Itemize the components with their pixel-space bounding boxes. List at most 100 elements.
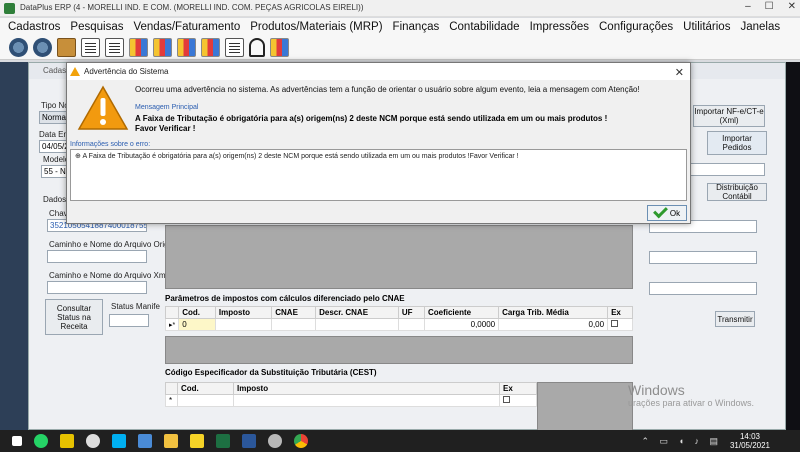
- cest-col-ex: Ex: [499, 382, 537, 395]
- app-icon-3[interactable]: [86, 434, 100, 448]
- distribuicao-contabil-button[interactable]: Distribuição Contábil: [707, 183, 767, 201]
- main-message-label: Mensagem Principal: [135, 104, 199, 111]
- menu-configuracoes[interactable]: Configurações: [599, 18, 673, 36]
- cnae-col-coeficiente: Coeficiente: [423, 306, 500, 319]
- whatsapp-icon[interactable]: [34, 434, 48, 448]
- data-emissao-field[interactable]: 04/05/2: [39, 140, 67, 153]
- module-icon-2[interactable]: [153, 38, 172, 57]
- report-icon[interactable]: [105, 38, 124, 57]
- skype-icon[interactable]: [112, 434, 126, 448]
- module-icon-3[interactable]: [177, 38, 196, 57]
- info-label: Informações sobre o erro:: [70, 141, 151, 148]
- ex-checkbox[interactable]: [503, 396, 510, 403]
- cnae-col-cod: Cod.: [178, 306, 216, 319]
- toolbar: [0, 36, 800, 60]
- importar-pedidos-button[interactable]: Importar Pedidos: [707, 131, 767, 155]
- settings-icon[interactable]: [33, 38, 52, 57]
- right-field-2[interactable]: [649, 251, 757, 264]
- main-message-line-1: A Faixa de Tributação é obrigatória para…: [135, 114, 608, 123]
- cnae-cell-uf[interactable]: [397, 318, 425, 331]
- cnae-section-title: Parâmetros de impostos com cálculos dife…: [165, 294, 405, 303]
- menu-financas[interactable]: Finanças: [393, 18, 440, 36]
- cest-cell-ex[interactable]: [499, 394, 537, 407]
- caminho-xml-field[interactable]: [47, 281, 147, 294]
- caminho-xml-label: Caminho e Nome do Arquivo Xml A: [49, 271, 175, 280]
- list-icon[interactable]: [81, 38, 100, 57]
- module-icon-4[interactable]: [201, 38, 220, 57]
- close-button[interactable]: ✕: [788, 1, 796, 12]
- cnae-cell-coeficiente[interactable]: 0,0000: [423, 318, 500, 331]
- desktop: DataPlus ERP (4 - MORELLI IND. E COM. (M…: [0, 0, 800, 431]
- upper-grid-area: [165, 225, 633, 289]
- cest-grid-empty: [537, 382, 633, 431]
- app-icon-5[interactable]: [138, 434, 152, 448]
- cnae-col-imposto: Imposto: [214, 306, 273, 319]
- ok-label: Ok: [669, 208, 681, 218]
- lock-icon[interactable]: [249, 38, 265, 57]
- ok-button[interactable]: Ok: [647, 203, 687, 221]
- ex-checkbox[interactable]: [611, 320, 619, 327]
- consultar-status-button[interactable]: Consultar Status na Receita: [45, 299, 103, 335]
- table-row[interactable]: *: [165, 394, 537, 407]
- cest-section-title: Código Especificador da Substituição Tri…: [165, 368, 377, 377]
- system-tray-icons[interactable]: ⌃ ▭ ◖ ♪ ▤: [642, 436, 723, 447]
- cnae-cell-cnae[interactable]: [271, 318, 317, 331]
- cnae-table: Cod. Imposto CNAE Descr. CNAE UF Coefici…: [164, 306, 633, 331]
- app-titlebar: DataPlus ERP (4 - MORELLI IND. E COM. (M…: [0, 0, 800, 17]
- cnae-cell-cod[interactable]: 0: [178, 318, 216, 331]
- app-icon-2[interactable]: [60, 434, 74, 448]
- excel-icon[interactable]: [216, 434, 230, 448]
- word-icon[interactable]: [242, 434, 256, 448]
- cnae-col-cnae: CNAE: [271, 306, 317, 319]
- minimize-button[interactable]: –: [745, 1, 751, 12]
- app-icon: [4, 3, 15, 14]
- info-box[interactable]: ⊕ A Faixa de Tributação é obrigatória pa…: [70, 149, 687, 201]
- menu-utilitarios[interactable]: Utilitários: [683, 18, 730, 36]
- menu-vendas-faturamento[interactable]: Vendas/Faturamento: [133, 18, 240, 36]
- sync-icon[interactable]: [9, 38, 28, 57]
- chrome-icon[interactable]: [294, 434, 308, 448]
- package-icon[interactable]: [57, 38, 76, 57]
- cest-cell-cod[interactable]: [177, 394, 234, 407]
- clock-time: 14:03: [739, 432, 760, 441]
- row-marker: *: [165, 394, 178, 407]
- cnae-cell-imposto[interactable]: [214, 318, 273, 331]
- menubar: Cadastros Pesquisas Vendas/Faturamento P…: [0, 18, 800, 36]
- warning-small-icon: [70, 67, 80, 76]
- modelo-field[interactable]: 55 - N: [41, 165, 67, 178]
- sticky-notes-icon[interactable]: [190, 434, 204, 448]
- module-icon-1[interactable]: [129, 38, 148, 57]
- cest-col-cod: Cod.: [177, 382, 234, 395]
- clock[interactable]: 14:03 31/05/2021: [730, 432, 770, 450]
- menu-janelas[interactable]: Janelas: [740, 18, 780, 36]
- cnae-cell-carga[interactable]: 0,00: [498, 318, 609, 331]
- dialog-close-button[interactable]: ✕: [675, 65, 684, 82]
- cnae-cell-ex[interactable]: [607, 318, 633, 331]
- transmitir-button[interactable]: Transmitir: [715, 311, 755, 327]
- cest-cell-imposto[interactable]: [233, 394, 500, 407]
- start-icon[interactable]: [12, 436, 22, 446]
- document-icon[interactable]: [225, 38, 244, 57]
- menu-impressoes[interactable]: Impressões: [530, 18, 589, 36]
- menu-cadastros[interactable]: Cadastros: [8, 18, 60, 36]
- module-icon-5[interactable]: [270, 38, 289, 57]
- check-icon: [652, 203, 668, 219]
- status-manif-field[interactable]: [109, 314, 149, 327]
- menu-pesquisas[interactable]: Pesquisas: [70, 18, 123, 36]
- dataplus-icon[interactable]: [268, 434, 282, 448]
- cnae-cell-descr[interactable]: [315, 318, 399, 331]
- row-marker: ▸*: [164, 318, 180, 331]
- importar-nfe-button[interactable]: Importar NF-e/CT-e (Xml): [693, 105, 765, 127]
- maximize-button[interactable]: ☐: [765, 1, 774, 12]
- explorer-icon[interactable]: [164, 434, 178, 448]
- caminho-origem-field[interactable]: [47, 250, 147, 263]
- activation-watermark-title: Windows: [628, 382, 685, 398]
- table-row[interactable]: ▸* 0 0,0000 0,00: [164, 318, 633, 331]
- left-strip: [0, 62, 28, 430]
- tipo-nota-field[interactable]: Norma: [39, 111, 67, 124]
- clock-date: 31/05/2021: [729, 441, 770, 450]
- menu-produtos-materiais[interactable]: Produtos/Materiais (MRP): [250, 18, 382, 36]
- cest-table: Cod. Imposto Ex *: [165, 382, 537, 407]
- right-field-3[interactable]: [649, 282, 757, 295]
- menu-contabilidade[interactable]: Contabilidade: [449, 18, 519, 36]
